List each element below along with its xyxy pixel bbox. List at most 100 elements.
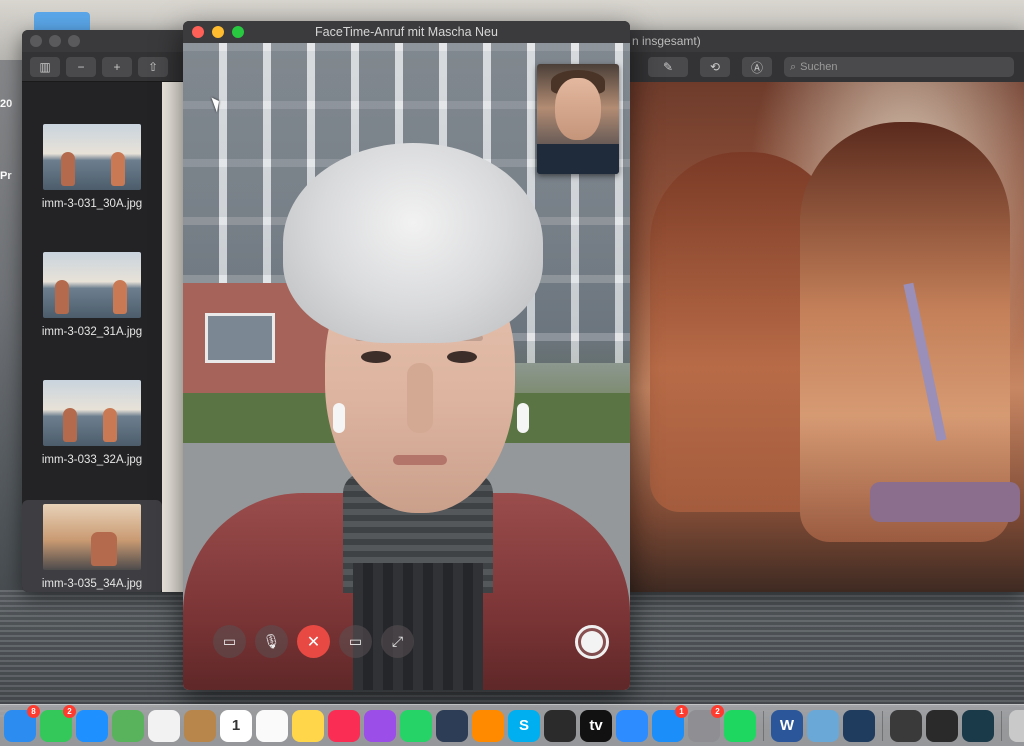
- thumbnail-item[interactable]: imm-3-033_32A.jpg: [22, 380, 162, 466]
- dock: 8 2 1 Stv 1 2 W: [0, 704, 1024, 746]
- zoom-in-icon[interactable]: +: [102, 56, 132, 77]
- rotate-icon[interactable]: ⟲: [700, 57, 730, 77]
- podcasts-icon[interactable]: [364, 709, 396, 742]
- desktop-side-text: Pr: [0, 170, 12, 182]
- thumbnail-filename: imm-3-032_31A.jpg: [41, 326, 143, 338]
- background-window: [205, 313, 275, 363]
- close-button[interactable]: [30, 35, 42, 47]
- call-controls: ▭ 🎙 ✕ ▭ ⤢: [213, 625, 414, 658]
- self-view-pip[interactable]: [537, 64, 619, 174]
- trash-icon[interactable]: [1009, 709, 1024, 742]
- skype-icon[interactable]: S: [508, 709, 540, 742]
- zoom-button[interactable]: [68, 35, 80, 47]
- microphone-icon[interactable]: 🎙: [255, 625, 288, 658]
- window-title: FaceTime-Anruf mit Mascha Neu: [315, 25, 498, 39]
- end-call-button[interactable]: ✕: [297, 625, 330, 658]
- thumbnail-item[interactable]: imm-3-032_31A.jpg: [22, 252, 162, 338]
- dock-separator: [1001, 710, 1002, 741]
- window-thumb-3-icon[interactable]: [962, 709, 994, 742]
- spotify-icon[interactable]: [724, 709, 756, 742]
- preview-toolbar: ▥ − + ⇧: [22, 52, 192, 82]
- zoom-icon[interactable]: [616, 709, 648, 742]
- photo-window-title[interactable]: n insgesamt): [620, 30, 1024, 52]
- notes-folder-icon[interactable]: [184, 709, 216, 742]
- facetime-titlebar[interactable]: FaceTime-Anruf mit Mascha Neu: [183, 21, 630, 43]
- window-thumb-2-icon[interactable]: [926, 709, 958, 742]
- eye: [361, 351, 391, 363]
- preview-titlebar[interactable]: [22, 30, 192, 52]
- sidebar-icon[interactable]: ▭: [213, 625, 246, 658]
- obs-icon[interactable]: [544, 709, 576, 742]
- messages-icon[interactable]: 2: [40, 704, 76, 742]
- desktop-side-text: 20: [0, 98, 13, 110]
- word-icon[interactable]: W: [771, 709, 803, 742]
- photo-window: n insgesamt) ✎ ⟲ Ⓐ ⌕ Suchen: [620, 30, 1024, 592]
- zoom-out-icon[interactable]: −: [66, 56, 96, 77]
- audio-icon[interactable]: [472, 709, 504, 742]
- photo-image: [630, 82, 1024, 592]
- live-photo-shutter-icon[interactable]: [575, 625, 609, 659]
- minimize-button[interactable]: [49, 35, 61, 47]
- photo-toolbar: ✎ ⟲ Ⓐ ⌕ Suchen: [620, 52, 1024, 82]
- thumbnail-item[interactable]: imm-3-031_30A.jpg: [22, 124, 162, 210]
- reminders-icon[interactable]: [256, 709, 288, 742]
- search-icon: ⌕: [790, 60, 797, 73]
- pip-shirt: [537, 144, 619, 174]
- share-icon[interactable]: ⇧: [138, 56, 168, 77]
- calendar-icon[interactable]: 1: [220, 709, 252, 742]
- thumbnail-item-selected[interactable]: imm-3-035_34A.jpg: [22, 500, 162, 592]
- thumbnail-filename: imm-3-031_30A.jpg: [41, 198, 143, 210]
- finder-icon[interactable]: 8: [4, 704, 40, 742]
- notification-badge: 1: [675, 704, 688, 718]
- search-input[interactable]: ⌕ Suchen: [784, 57, 1014, 77]
- whatsapp-icon[interactable]: [400, 709, 432, 742]
- app-store-icon[interactable]: 1: [652, 704, 688, 742]
- music-icon[interactable]: [328, 709, 360, 742]
- preview-window: ▥ − + ⇧ imm-3-031_30A.jpg imm-3-032_31A.…: [22, 30, 192, 592]
- davinci-icon[interactable]: [436, 709, 468, 742]
- dock-icon-label: 1: [231, 717, 241, 734]
- expand-icon[interactable]: ⤢: [381, 625, 414, 658]
- chat-bubble-icon[interactable]: [76, 709, 108, 742]
- thumbnail-image[interactable]: [43, 252, 141, 318]
- person-hair: [283, 143, 543, 343]
- airpod-icon: [517, 403, 529, 433]
- facetime-window: FaceTime-Anruf mit Mascha Neu ▭ 🎙 ✕ ▭ ⤢: [183, 21, 630, 690]
- notification-badge: 8: [27, 704, 40, 718]
- markup-icon[interactable]: ✎: [648, 57, 688, 77]
- pip-face: [555, 78, 601, 140]
- dock-icon-label: W: [779, 717, 795, 734]
- dock-icon-label: S: [518, 717, 529, 734]
- photo-figure: [800, 122, 1010, 542]
- notification-badge: 2: [711, 704, 724, 718]
- thumbnail-filename: imm-3-035_34A.jpg: [41, 578, 143, 590]
- camera-icon[interactable]: ▭: [339, 625, 372, 658]
- search-placeholder: Suchen: [800, 61, 838, 73]
- photo-window-title-text: n insgesamt): [632, 34, 701, 48]
- thumbnail-image[interactable]: [43, 504, 141, 570]
- thumbnail-filename: imm-3-033_32A.jpg: [41, 454, 143, 466]
- thumbnail-image[interactable]: [43, 380, 141, 446]
- notes-icon[interactable]: [292, 709, 324, 742]
- dock-separator: [882, 710, 883, 741]
- sidebar-toggle-icon[interactable]: ▥: [30, 56, 60, 77]
- thumbnail-image[interactable]: [43, 124, 141, 190]
- mouth: [393, 455, 447, 465]
- close-icon: ✕: [306, 633, 321, 651]
- quicktime-icon[interactable]: [843, 709, 875, 742]
- window-thumb-1-icon[interactable]: [890, 709, 922, 742]
- nose: [407, 363, 433, 433]
- thumbnail-sidebar: imm-3-031_30A.jpg imm-3-032_31A.jpg imm-…: [22, 82, 162, 592]
- photos-icon[interactable]: [148, 709, 180, 742]
- apple-tv-icon[interactable]: tv: [580, 709, 612, 742]
- dock-icon-label: tv: [589, 717, 603, 734]
- eye: [447, 351, 477, 363]
- photo-detail: [870, 482, 1020, 522]
- system-preferences-icon[interactable]: 2: [688, 704, 724, 742]
- airpod-icon: [333, 403, 345, 433]
- maps-icon[interactable]: [112, 709, 144, 742]
- preview-icon[interactable]: [807, 709, 839, 742]
- notification-badge: 2: [63, 704, 76, 718]
- annotate-icon[interactable]: Ⓐ: [742, 57, 772, 77]
- remote-video[interactable]: [183, 43, 630, 690]
